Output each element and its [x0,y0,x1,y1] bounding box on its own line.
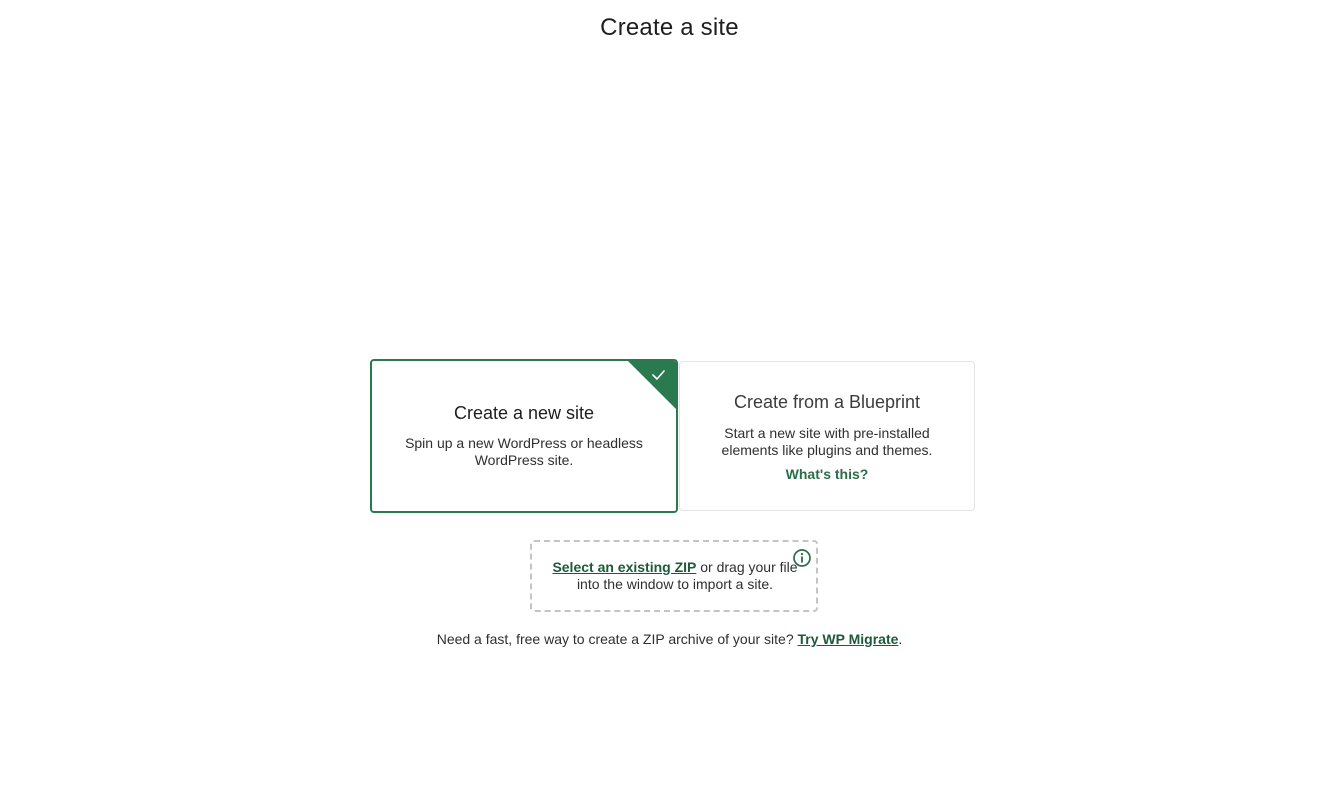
info-icon[interactable] [792,548,812,568]
create-site-page: Create a site Create a new site Spin up … [0,0,1339,809]
try-wp-migrate-link[interactable]: Try WP Migrate [798,631,899,647]
page-title: Create a site [600,14,739,41]
footer-note: Need a fast, free way to create a ZIP ar… [0,631,1339,647]
site-options: Create a new site Spin up a new WordPres… [370,359,976,513]
blueprint-description: Start a new site with pre-installed elem… [721,425,933,458]
selected-checkmark-icon [626,361,676,411]
whats-this-link[interactable]: What's this? [786,466,869,482]
zip-import-dropzone[interactable]: Select an existing ZIP or drag your file… [530,540,818,612]
select-existing-zip-link[interactable]: Select an existing ZIP [552,559,696,575]
new-site-description: Spin up a new WordPress or headless Word… [405,435,643,468]
footer-text: Need a fast, free way to create a ZIP ar… [436,631,798,647]
blueprint-title: Create from a Blueprint [733,392,921,412]
dropzone-text: Select an existing ZIP or drag your file… [552,559,798,593]
create-from-blueprint-card[interactable]: Create from a Blueprint Start a new site… [679,361,975,511]
footer-suffix: . [898,631,903,647]
create-new-site-card[interactable]: Create a new site Spin up a new WordPres… [370,359,678,513]
